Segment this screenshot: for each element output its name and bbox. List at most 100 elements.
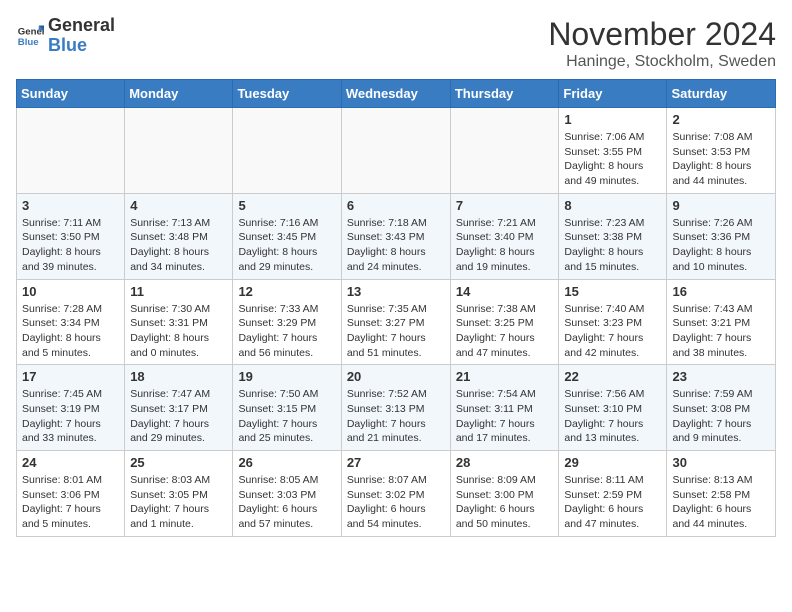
day-info: Sunrise: 7:40 AM Sunset: 3:23 PM Dayligh…: [564, 302, 661, 361]
calendar: SundayMondayTuesdayWednesdayThursdayFrid…: [16, 79, 776, 537]
day-info: Sunrise: 7:30 AM Sunset: 3:31 PM Dayligh…: [130, 302, 227, 361]
day-cell: 10 Sunrise: 7:28 AM Sunset: 3:34 PM Dayli…: [17, 279, 125, 365]
day-cell: 18 Sunrise: 7:47 AM Sunset: 3:17 PM Dayli…: [125, 365, 233, 451]
day-cell: 26 Sunrise: 8:05 AM Sunset: 3:03 PM Dayli…: [233, 451, 341, 537]
day-number: 17: [22, 369, 119, 384]
day-info: Sunrise: 8:13 AM Sunset: 2:58 PM Dayligh…: [672, 473, 770, 532]
day-number: 21: [456, 369, 554, 384]
week-row-1: 1Sunrise: 7:06 AM Sunset: 3:55 PM Daylig…: [17, 108, 776, 194]
day-number: 25: [130, 455, 227, 470]
day-number: 26: [238, 455, 335, 470]
day-cell: 14 Sunrise: 7:38 AM Sunset: 3:25 PM Dayli…: [450, 279, 559, 365]
day-cell: [125, 108, 233, 194]
weekday-header-saturday: Saturday: [667, 80, 776, 108]
day-number: 9: [672, 198, 770, 213]
day-number: 16: [672, 284, 770, 299]
day-number: 7: [456, 198, 554, 213]
day-info: Sunrise: 7:52 AM Sunset: 3:13 PM Dayligh…: [347, 387, 445, 446]
day-cell: 25 Sunrise: 8:03 AM Sunset: 3:05 PM Dayli…: [125, 451, 233, 537]
day-cell: 13 Sunrise: 7:35 AM Sunset: 3:27 PM Dayli…: [341, 279, 450, 365]
week-row-3: 10 Sunrise: 7:28 AM Sunset: 3:34 PM Dayli…: [17, 279, 776, 365]
day-info: Sunrise: 7:23 AM Sunset: 3:38 PM Dayligh…: [564, 216, 661, 275]
day-cell: 21 Sunrise: 7:54 AM Sunset: 3:11 PM Dayli…: [450, 365, 559, 451]
svg-text:Blue: Blue: [18, 37, 39, 48]
day-number: 19: [238, 369, 335, 384]
day-cell: 29 Sunrise: 8:11 AM Sunset: 2:59 PM Dayli…: [559, 451, 667, 537]
weekday-header-tuesday: Tuesday: [233, 80, 341, 108]
day-cell: 3Sunrise: 7:11 AM Sunset: 3:50 PM Daylig…: [17, 193, 125, 279]
day-number: 13: [347, 284, 445, 299]
day-number: 10: [22, 284, 119, 299]
day-number: 22: [564, 369, 661, 384]
day-cell: 15 Sunrise: 7:40 AM Sunset: 3:23 PM Dayli…: [559, 279, 667, 365]
day-info: Sunrise: 7:47 AM Sunset: 3:17 PM Dayligh…: [130, 387, 227, 446]
day-cell: 11 Sunrise: 7:30 AM Sunset: 3:31 PM Dayli…: [125, 279, 233, 365]
day-number: 28: [456, 455, 554, 470]
day-cell: [17, 108, 125, 194]
day-info: Sunrise: 7:11 AM Sunset: 3:50 PM Dayligh…: [22, 216, 119, 275]
day-cell: 24 Sunrise: 8:01 AM Sunset: 3:06 PM Dayli…: [17, 451, 125, 537]
day-info: Sunrise: 7:56 AM Sunset: 3:10 PM Dayligh…: [564, 387, 661, 446]
day-cell: 19 Sunrise: 7:50 AM Sunset: 3:15 PM Dayli…: [233, 365, 341, 451]
day-number: 2: [672, 112, 770, 127]
day-number: 5: [238, 198, 335, 213]
day-info: Sunrise: 7:35 AM Sunset: 3:27 PM Dayligh…: [347, 302, 445, 361]
day-cell: 8 Sunrise: 7:23 AM Sunset: 3:38 PM Daylig…: [559, 193, 667, 279]
day-number: 23: [672, 369, 770, 384]
location-title: Haninge, Stockholm, Sweden: [548, 53, 776, 71]
weekday-header-row: SundayMondayTuesdayWednesdayThursdayFrid…: [17, 80, 776, 108]
day-info: Sunrise: 7:26 AM Sunset: 3:36 PM Dayligh…: [672, 216, 770, 275]
day-cell: [341, 108, 450, 194]
day-cell: 1Sunrise: 7:06 AM Sunset: 3:55 PM Daylig…: [559, 108, 667, 194]
day-number: 18: [130, 369, 227, 384]
day-number: 11: [130, 284, 227, 299]
day-number: 14: [456, 284, 554, 299]
day-info: Sunrise: 7:50 AM Sunset: 3:15 PM Dayligh…: [238, 387, 335, 446]
day-cell: [233, 108, 341, 194]
day-number: 8: [564, 198, 661, 213]
weekday-header-wednesday: Wednesday: [341, 80, 450, 108]
day-info: Sunrise: 7:16 AM Sunset: 3:45 PM Dayligh…: [238, 216, 335, 275]
day-cell: 22 Sunrise: 7:56 AM Sunset: 3:10 PM Dayli…: [559, 365, 667, 451]
day-info: Sunrise: 8:11 AM Sunset: 2:59 PM Dayligh…: [564, 473, 661, 532]
day-cell: 28 Sunrise: 8:09 AM Sunset: 3:00 PM Dayli…: [450, 451, 559, 537]
logo-text: General Blue: [48, 16, 115, 56]
day-number: 6: [347, 198, 445, 213]
day-cell: 30 Sunrise: 8:13 AM Sunset: 2:58 PM Dayli…: [667, 451, 776, 537]
day-info: Sunrise: 7:18 AM Sunset: 3:43 PM Dayligh…: [347, 216, 445, 275]
day-info: Sunrise: 8:05 AM Sunset: 3:03 PM Dayligh…: [238, 473, 335, 532]
day-info: Sunrise: 7:33 AM Sunset: 3:29 PM Dayligh…: [238, 302, 335, 361]
day-info: Sunrise: 7:43 AM Sunset: 3:21 PM Dayligh…: [672, 302, 770, 361]
day-info: Sunrise: 8:01 AM Sunset: 3:06 PM Dayligh…: [22, 473, 119, 532]
day-cell: 16 Sunrise: 7:43 AM Sunset: 3:21 PM Dayli…: [667, 279, 776, 365]
weekday-header-sunday: Sunday: [17, 80, 125, 108]
day-info: Sunrise: 8:03 AM Sunset: 3:05 PM Dayligh…: [130, 473, 227, 532]
day-cell: 7 Sunrise: 7:21 AM Sunset: 3:40 PM Daylig…: [450, 193, 559, 279]
day-number: 4: [130, 198, 227, 213]
month-title: November 2024: [548, 16, 776, 53]
day-number: 20: [347, 369, 445, 384]
day-cell: 23 Sunrise: 7:59 AM Sunset: 3:08 PM Dayli…: [667, 365, 776, 451]
day-cell: 5 Sunrise: 7:16 AM Sunset: 3:45 PM Daylig…: [233, 193, 341, 279]
day-number: 30: [672, 455, 770, 470]
day-info: Sunrise: 7:45 AM Sunset: 3:19 PM Dayligh…: [22, 387, 119, 446]
day-info: Sunrise: 7:08 AM Sunset: 3:53 PM Dayligh…: [672, 130, 770, 189]
day-number: 29: [564, 455, 661, 470]
weekday-header-thursday: Thursday: [450, 80, 559, 108]
week-row-4: 17 Sunrise: 7:45 AM Sunset: 3:19 PM Dayli…: [17, 365, 776, 451]
day-info: Sunrise: 7:28 AM Sunset: 3:34 PM Dayligh…: [22, 302, 119, 361]
logo-icon: General Blue: [16, 22, 44, 50]
day-info: Sunrise: 7:13 AM Sunset: 3:48 PM Dayligh…: [130, 216, 227, 275]
day-info: Sunrise: 7:38 AM Sunset: 3:25 PM Dayligh…: [456, 302, 554, 361]
day-info: Sunrise: 8:09 AM Sunset: 3:00 PM Dayligh…: [456, 473, 554, 532]
week-row-5: 24 Sunrise: 8:01 AM Sunset: 3:06 PM Dayli…: [17, 451, 776, 537]
day-info: Sunrise: 7:59 AM Sunset: 3:08 PM Dayligh…: [672, 387, 770, 446]
day-number: 15: [564, 284, 661, 299]
day-info: Sunrise: 7:21 AM Sunset: 3:40 PM Dayligh…: [456, 216, 554, 275]
day-number: 24: [22, 455, 119, 470]
day-info: Sunrise: 7:54 AM Sunset: 3:11 PM Dayligh…: [456, 387, 554, 446]
day-info: Sunrise: 8:07 AM Sunset: 3:02 PM Dayligh…: [347, 473, 445, 532]
header: General Blue General Blue November 2024 …: [16, 16, 776, 71]
day-number: 12: [238, 284, 335, 299]
day-cell: 6 Sunrise: 7:18 AM Sunset: 3:43 PM Daylig…: [341, 193, 450, 279]
